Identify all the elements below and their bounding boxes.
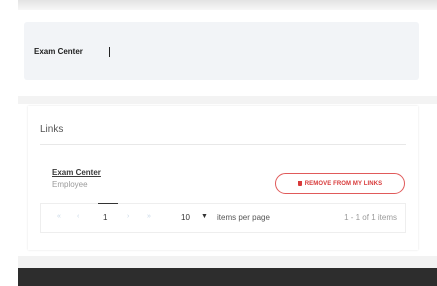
- first-page-icon[interactable]: «: [57, 213, 61, 220]
- section-divider: [18, 96, 437, 104]
- page-backdrop: Links Exam Center Employee REMOVE FROM M…: [0, 0, 437, 286]
- next-page-icon[interactable]: ›: [127, 213, 129, 220]
- left-edge: [0, 0, 18, 286]
- last-page-icon[interactable]: »: [147, 213, 151, 220]
- link-item-name[interactable]: Exam Center: [52, 168, 101, 177]
- prev-page-icon[interactable]: ‹: [77, 213, 79, 220]
- dropdown-arrow-icon[interactable]: ▼: [201, 213, 208, 220]
- current-page-indicator: [98, 203, 118, 204]
- text-caret: [109, 47, 110, 57]
- remove-from-my-links-button[interactable]: REMOVE FROM MY LINKS: [275, 173, 405, 194]
- bottom-band: [18, 256, 437, 268]
- page-number[interactable]: 1: [103, 213, 107, 222]
- top-shadow: [18, 0, 437, 10]
- search-card: [24, 22, 419, 80]
- remove-button-label: REMOVE FROM MY LINKS: [304, 180, 383, 187]
- bottom-dark-bar: [18, 268, 437, 286]
- pagination-range: 1 - 1 of 1 items: [344, 213, 397, 222]
- page-size-value[interactable]: 10: [181, 213, 190, 222]
- link-item-subtitle: Employee: [52, 180, 88, 189]
- pagination-bar: « ‹ 1 › » 10 ▼ items per page 1 - 1 of 1…: [40, 203, 406, 233]
- items-per-page-label: items per page: [217, 213, 270, 222]
- links-divider: [40, 144, 406, 145]
- links-title: Links: [40, 124, 64, 135]
- trash-icon: [297, 181, 302, 186]
- links-panel: Links Exam Center Employee REMOVE FROM M…: [28, 106, 418, 250]
- search-input[interactable]: [34, 42, 404, 60]
